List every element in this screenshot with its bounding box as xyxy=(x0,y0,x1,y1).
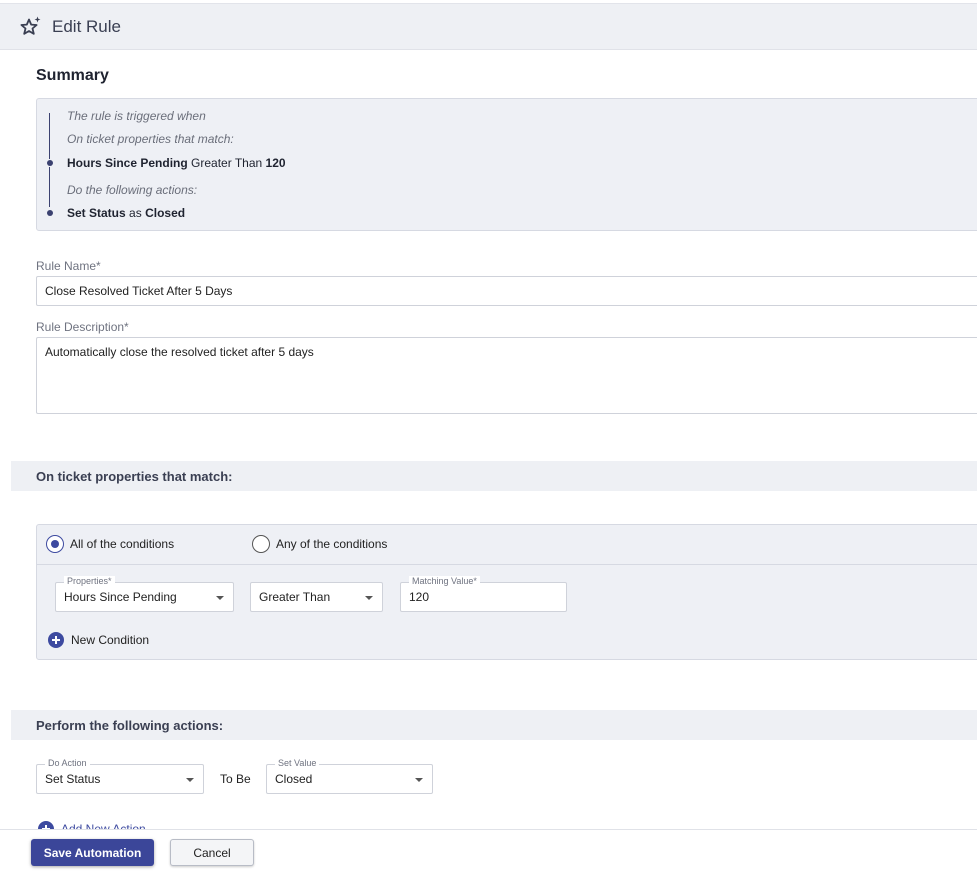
new-condition-label: New Condition xyxy=(71,633,150,647)
summary-action-name: Set Status xyxy=(67,206,126,220)
actions-section-title: Perform the following actions: xyxy=(36,718,224,733)
summary-action-connector: as xyxy=(129,206,142,220)
properties-select[interactable]: Properties* Hours Since Pending xyxy=(55,576,234,612)
rule-description-textarea[interactable]: Automatically close the resolved ticket … xyxy=(36,337,977,414)
timeline-dot xyxy=(47,160,53,166)
actions-section-header: Perform the following actions: xyxy=(11,710,977,740)
do-action-value: Set Status xyxy=(45,772,101,786)
summary-condition-operator: Greater Than xyxy=(191,156,263,170)
summary-match-text: On ticket properties that match: xyxy=(67,132,234,146)
summary-condition-property: Hours Since Pending xyxy=(67,156,188,170)
any-conditions-label[interactable]: Any of the conditions xyxy=(276,537,387,551)
summary-action-value: Closed xyxy=(145,206,186,220)
save-automation-button[interactable]: Save Automation xyxy=(31,839,154,866)
chevron-down-icon xyxy=(365,596,373,600)
timeline-line xyxy=(49,167,50,207)
summary-action: Set Status as Closed xyxy=(67,206,185,220)
chevron-down-icon xyxy=(186,778,194,782)
operator-value: Greater Than xyxy=(259,590,331,604)
star-sparkle-icon xyxy=(20,16,41,35)
matching-value-input[interactable]: Matching Value* 120 xyxy=(400,576,567,612)
rule-description-label: Rule Description* xyxy=(36,320,129,334)
timeline-line xyxy=(49,113,50,159)
summary-actions-text: Do the following actions: xyxy=(67,183,198,197)
footer-bar: Save Automation Cancel xyxy=(0,829,977,872)
rule-name-label: Rule Name* xyxy=(36,259,101,273)
set-value-label: Set Value xyxy=(275,758,320,769)
properties-value: Hours Since Pending xyxy=(64,590,177,604)
set-value-value: Closed xyxy=(275,772,313,786)
summary-trigger-text: The rule is triggered when xyxy=(67,109,206,123)
do-action-select[interactable]: Do Action Set Status xyxy=(36,758,204,794)
rule-name-input[interactable]: Close Resolved Ticket After 5 Days xyxy=(36,276,977,306)
page-header: Edit Rule xyxy=(0,4,977,50)
summary-condition: Hours Since Pending Greater Than 120 xyxy=(67,156,286,170)
cancel-button[interactable]: Cancel xyxy=(170,839,254,866)
chevron-down-icon xyxy=(415,778,423,782)
conditions-section-title: On ticket properties that match: xyxy=(36,469,233,484)
matching-value-label: Matching Value* xyxy=(409,576,480,587)
summary-condition-value: 120 xyxy=(265,156,286,170)
timeline-dot xyxy=(47,210,53,216)
to-be-label: To Be xyxy=(220,772,251,786)
all-conditions-radio[interactable] xyxy=(46,535,64,553)
conditions-panel: All of the conditions Any of the conditi… xyxy=(36,524,977,660)
plus-circle-icon xyxy=(48,632,64,648)
summary-panel: The rule is triggered when On ticket pro… xyxy=(36,98,977,231)
properties-label: Properties* xyxy=(64,576,115,587)
all-conditions-label[interactable]: All of the conditions xyxy=(70,537,174,551)
matching-value: 120 xyxy=(409,590,430,604)
summary-title: Summary xyxy=(36,67,109,84)
operator-select[interactable]: Greater Than xyxy=(250,582,383,612)
new-condition-button[interactable]: New Condition xyxy=(48,632,149,648)
divider xyxy=(37,564,977,565)
page-title: Edit Rule xyxy=(52,16,121,36)
set-value-select[interactable]: Set Value Closed xyxy=(266,758,433,794)
conditions-section-header: On ticket properties that match: xyxy=(11,461,977,491)
do-action-label: Do Action xyxy=(45,758,90,769)
any-conditions-radio[interactable] xyxy=(252,535,270,553)
chevron-down-icon xyxy=(216,596,224,600)
